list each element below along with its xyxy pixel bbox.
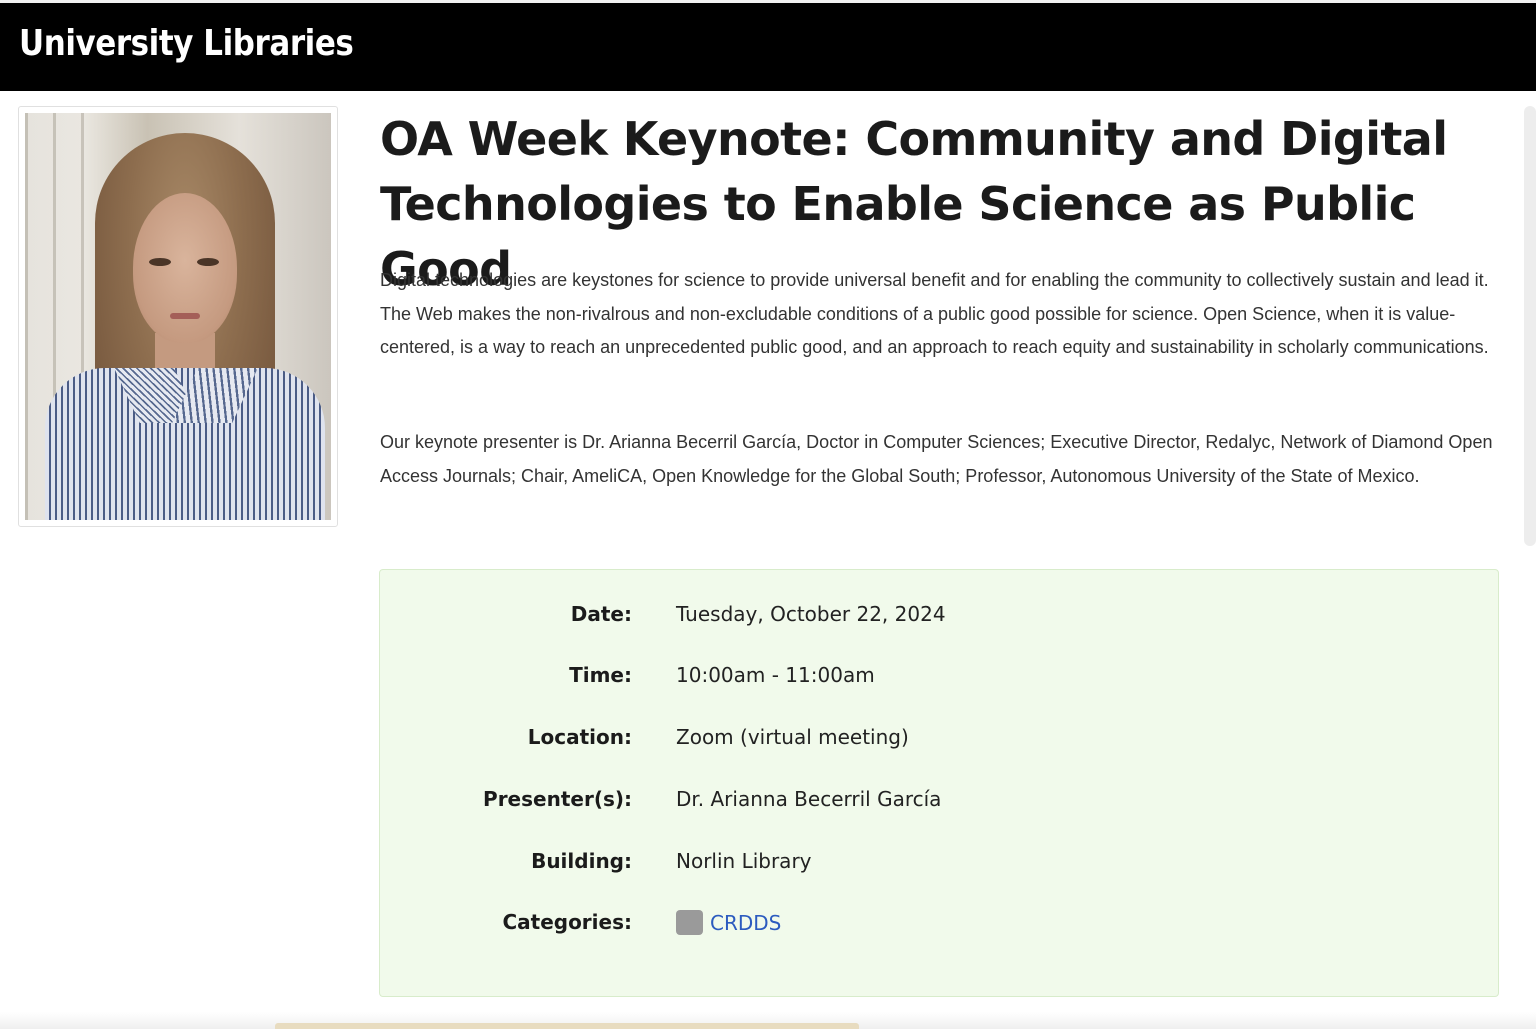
site-header: University Libraries: [0, 0, 1536, 91]
presenter-label: Presenter(s):: [483, 787, 632, 811]
category-link-crdds[interactable]: CRDDS: [710, 911, 781, 935]
building-value: Norlin Library: [676, 849, 812, 873]
bottom-tab-edge: [275, 1023, 859, 1029]
presenter-photo-frame: [18, 106, 338, 527]
time-value: 10:00am - 11:00am: [676, 663, 875, 687]
detail-row-time: Time: 10:00am - 11:00am: [380, 663, 1498, 693]
location-label: Location:: [527, 725, 632, 749]
date-value: Tuesday, October 22, 2024: [676, 602, 946, 626]
categories-value: CRDDS: [676, 910, 781, 935]
time-label: Time:: [569, 663, 632, 687]
detail-row-date: Date: Tuesday, October 22, 2024: [380, 602, 1498, 632]
event-description-paragraph-2: Our keynote presenter is Dr. Arianna Bec…: [380, 432, 1493, 486]
detail-row-building: Building: Norlin Library: [380, 849, 1498, 879]
location-value: Zoom (virtual meeting): [676, 725, 909, 749]
detail-row-location: Location: Zoom (virtual meeting): [380, 725, 1498, 755]
detail-row-presenter: Presenter(s): Dr. Arianna Becerril Garcí…: [380, 787, 1498, 817]
building-label: Building:: [531, 849, 632, 873]
categories-label: Categories:: [502, 910, 632, 934]
date-label: Date:: [570, 602, 632, 626]
site-title[interactable]: University Libraries: [19, 23, 354, 64]
event-description-paragraph-1: Digital technologies are keystones for s…: [380, 270, 1489, 357]
vertical-scrollbar[interactable]: [1524, 106, 1536, 546]
presenter-photo: [25, 113, 331, 520]
detail-row-categories: Categories: CRDDS: [380, 910, 1498, 940]
category-color-swatch: [676, 910, 703, 935]
event-details-panel: Date: Tuesday, October 22, 2024 Time: 10…: [379, 569, 1499, 997]
presenter-value: Dr. Arianna Becerril García: [676, 787, 942, 811]
